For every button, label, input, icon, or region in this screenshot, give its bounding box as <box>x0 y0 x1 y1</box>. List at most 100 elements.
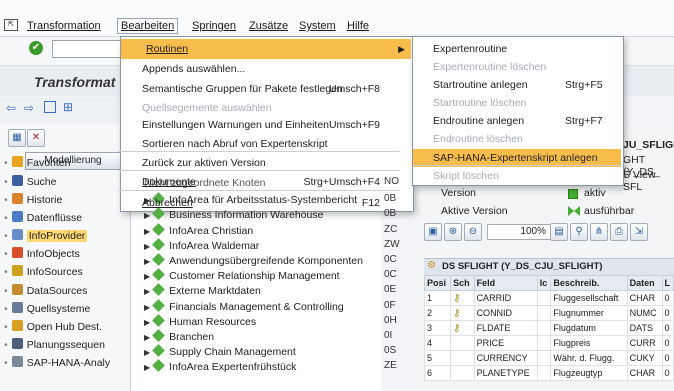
shortcut-label: F12 <box>361 197 380 209</box>
tree-node[interactable]: ▶ InfoArea Waldemar <box>144 237 259 253</box>
export-icon[interactable]: ⇲ <box>630 223 648 241</box>
column-header[interactable]: Daten <box>626 275 663 291</box>
nav-item-quellsysteme[interactable]: • Quellsysteme <box>4 300 128 318</box>
menu-bearbeiten[interactable]: Bearbeiten <box>117 18 179 34</box>
grid-icon[interactable]: ▤ <box>550 223 568 241</box>
nav-item-sap-hana-analy[interactable]: • SAP-HANA-Analy <box>4 354 128 372</box>
column-header[interactable]: Beschreib. <box>550 275 628 291</box>
column-header[interactable]: L <box>661 275 674 291</box>
table-row[interactable]: 6 PLANETYPE Flugzeugtyp CHAR 0 <box>423 365 674 381</box>
status-active-icon <box>568 189 578 199</box>
key-icon: ⚷ <box>453 322 461 334</box>
tree-icon[interactable]: ⋔ <box>590 223 608 241</box>
menu-hilfe[interactable]: Hilfe <box>347 20 369 32</box>
menu-item-routinen[interactable]: Routinen ▶ <box>121 39 411 59</box>
table-cell <box>450 365 475 381</box>
nav-item-datasources[interactable]: • DataSources <box>4 282 128 300</box>
expand-arrow-icon[interactable]: ▶ <box>144 348 150 357</box>
tree-node[interactable]: ▶ Customer Relationship Management <box>144 268 340 283</box>
enter-check-icon[interactable]: ✔ <box>29 41 43 55</box>
other-object-icon[interactable] <box>44 101 56 113</box>
nav-item-historie[interactable]: • Historie <box>4 191 128 209</box>
submenu-item-endroutine-anlegen[interactable]: Endroutine anlegen Strg+F7 <box>433 112 613 130</box>
menu-item-semantische-gruppen-f-r-pakete-festlegen[interactable]: Semantische Gruppen für Pakete festlegen… <box>142 79 410 99</box>
tree-node[interactable]: ▶ Branchen <box>144 329 214 344</box>
menu-springen[interactable]: Springen <box>192 20 236 32</box>
menu-transformation[interactable]: Transformation <box>27 20 101 32</box>
search-icon[interactable]: ⚲ <box>570 223 588 241</box>
tree-node-label: Financials Management & Controlling <box>169 300 344 313</box>
tree-node[interactable]: ▶ Financials Management & Controlling <box>144 298 344 314</box>
submenu-item-skript-l-schen[interactable]: Skript löschen <box>433 167 613 185</box>
menu-item-abbrechen[interactable]: Abbrechen F12 <box>142 193 410 213</box>
table-row[interactable]: 2 ⚷ CONNID Flugnummer NUMC 0 <box>423 305 674 321</box>
zoom-select[interactable]: 100% <box>487 224 551 240</box>
expand-arrow-icon[interactable]: ▶ <box>144 272 150 281</box>
column-header[interactable]: Feld <box>473 275 538 291</box>
layout-icon[interactable]: ▦ <box>8 129 26 147</box>
menu-system[interactable]: System <box>299 20 336 32</box>
submenu-item-startroutine-l-schen[interactable]: Startroutine löschen <box>433 94 613 112</box>
zoom-in-icon[interactable]: ⊕ <box>444 223 462 241</box>
expand-arrow-icon[interactable]: ▶ <box>144 363 150 372</box>
table-cell: 4 <box>423 335 452 351</box>
print-icon[interactable]: ⎙ <box>610 223 628 241</box>
expand-arrow-icon[interactable]: ▶ <box>144 242 150 251</box>
menu-zusaetze[interactable]: Zusätze <box>249 20 288 32</box>
column-header[interactable]: Posi <box>423 275 452 291</box>
nav-item-label: SAP-HANA-Analy <box>26 357 111 369</box>
column-header[interactable]: Sch <box>450 275 475 291</box>
menu-item-einstellungen-warnungen-und-einheiten[interactable]: Einstellungen Warnungen und Einheiten Ums… <box>142 115 410 135</box>
table-cell: 6 <box>423 365 452 381</box>
table-cell: NUMC <box>626 305 663 321</box>
datasources-icon <box>11 284 23 295</box>
menu-item-appends-ausw-hlen[interactable]: Appends auswählen... <box>142 59 410 79</box>
table-row[interactable]: 1 ⚷ CARRID Fluggesellschaft CHAR 0 <box>423 290 674 306</box>
key-icon: ⚷ <box>453 292 461 304</box>
tree-node[interactable]: ▶ Externe Marktdaten <box>144 283 261 298</box>
tree-node[interactable]: ▶ Anwendungsübergreifende Komponenten <box>144 253 363 268</box>
tree-node[interactable]: ▶ InfoArea Christian <box>144 222 253 238</box>
forward-arrow-icon[interactable]: ⇨ <box>24 101 34 115</box>
star-icon <box>11 156 23 167</box>
back-arrow-icon[interactable]: ⇦ <box>6 101 16 115</box>
table-row[interactable]: 5 CURRENCY Währ. d. Flugg. CUKY 0 <box>423 350 674 366</box>
nav-item-infoobjects[interactable]: • InfoObjects <box>4 245 128 263</box>
active-version-label: Aktive Version <box>441 205 508 217</box>
submenu-item-expertenroutine-l-schen[interactable]: Expertenroutine löschen <box>433 58 613 76</box>
tree-node-label: InfoArea Expertenfrühstück <box>169 361 297 374</box>
menu-item-dokumente[interactable]: Dokumente Strg+Umsch+F4 <box>142 172 410 192</box>
nav-item-infosources[interactable]: • InfoSources <box>4 263 128 281</box>
expand-arrow-icon[interactable]: ▶ <box>144 318 150 327</box>
submenu-item-endroutine-l-schen[interactable]: Endroutine löschen <box>433 130 613 148</box>
nav-item-infoprovider[interactable]: • InfoProvider <box>4 227 128 245</box>
nav-item-planungssequen[interactable]: • Planungssequen <box>4 336 128 354</box>
details-icon[interactable]: ▣ <box>424 223 442 241</box>
infoarea-icon <box>152 329 166 342</box>
nav-item-datenfl-sse[interactable]: • Datenflüsse <box>4 209 128 227</box>
tree-node[interactable]: ▶ Human Resources <box>144 313 256 329</box>
expand-arrow-icon[interactable]: ▶ <box>144 287 150 296</box>
shortcut-label: Umsch+F9 <box>328 119 380 131</box>
column-header[interactable]: Ic <box>536 275 552 291</box>
nav-item-favoriten[interactable]: • Favoriten <box>4 154 128 172</box>
expand-arrow-icon[interactable]: ▶ <box>144 257 150 266</box>
submenu-item-expertenroutine[interactable]: Expertenroutine <box>433 40 613 58</box>
zoom-out-icon[interactable]: ⊖ <box>464 223 482 241</box>
nav-item-suche[interactable]: • Suche <box>4 173 128 191</box>
nav-item-open-hub-dest-[interactable]: • Open Hub Dest. <box>4 318 128 336</box>
tree-node[interactable]: ▶ InfoArea Expertenfrühstück <box>144 359 297 374</box>
table-row[interactable]: 3 ⚷ FLDATE Flugdatum DATS 0 <box>423 320 674 336</box>
table-row[interactable]: 4 PRICE Flugpreis CURR 0 <box>423 335 674 351</box>
menu-item-label: Semantische Gruppen für Pakete festlegen <box>142 83 343 95</box>
table-cell <box>536 365 552 381</box>
menu-item-label: Startroutine löschen <box>433 97 527 109</box>
hierarchy-icon[interactable]: ⊞ <box>63 100 73 114</box>
tree-node-code: 0F <box>384 299 396 311</box>
expand-arrow-icon[interactable]: ▶ <box>144 227 150 236</box>
expand-arrow-icon[interactable]: ▶ <box>144 333 150 342</box>
tree-node[interactable]: ▶ Supply Chain Management <box>144 344 296 359</box>
close-panel-icon[interactable]: ✕ <box>27 129 45 147</box>
expand-arrow-icon[interactable]: ▶ <box>144 303 150 312</box>
submenu-item-startroutine-anlegen[interactable]: Startroutine anlegen Strg+F5 <box>433 76 613 94</box>
